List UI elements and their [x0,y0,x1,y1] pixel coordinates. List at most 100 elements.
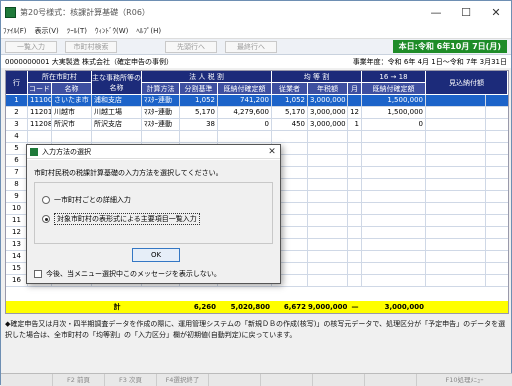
fkey-f6[interactable] [261,374,313,386]
cell-prev2[interactable] [362,275,426,286]
cell-office[interactable] [92,131,142,142]
cell-prev2[interactable] [362,239,426,250]
table-row[interactable]: 2112011川越市川越工場ﾏｽﾀｰ連動5,1704,279,6005,1703… [6,107,508,119]
cell-name[interactable]: 所沢市 [52,119,92,130]
cell-n[interactable]: 6 [6,155,28,166]
cell-prev2[interactable] [362,227,426,238]
cell-n[interactable]: 7 [6,167,28,178]
cell-mon[interactable] [348,239,362,250]
cell-mon[interactable] [348,95,362,106]
cell-prev2[interactable]: 1,500,000 [362,107,426,118]
cell-code[interactable]: 112011 [28,107,52,118]
table-row[interactable]: 4 [6,131,508,143]
cell-annual[interactable] [308,155,348,166]
cell-n[interactable]: 16 [6,275,28,286]
menu-help[interactable]: ﾍﾙﾌﾟ(H) [136,26,161,36]
cell-remarks[interactable] [426,179,486,190]
fkey-f3[interactable]: F3 次頁 [105,374,157,386]
cell-n[interactable]: 12 [6,227,28,238]
menu-tools[interactable]: ﾂｰﾙ(T) [67,26,87,36]
cell-annual[interactable] [308,179,348,190]
option-list-input[interactable]: 対象市町村の表形式による主要項目一覧入力 [42,213,200,225]
last-row-button[interactable]: 最終行へ [225,40,277,53]
cell-prev2[interactable] [362,203,426,214]
cell-mon[interactable] [348,155,362,166]
cell-remarks[interactable] [426,227,486,238]
fkey-f10[interactable]: F10処理ﾒﾆｭｰ [417,374,512,386]
cell-prev2[interactable] [362,215,426,226]
cell-n[interactable]: 9 [6,191,28,202]
cell-mon[interactable] [348,191,362,202]
fkey-f2[interactable]: F2 前頁 [53,374,105,386]
cell-code[interactable]: 112089 [28,119,52,130]
fkey-f4[interactable]: F4選択終了 [157,374,209,386]
cell-split[interactable]: 38 [180,119,218,130]
cell-prev[interactable]: 4,279,600 [218,107,272,118]
cell-remarks[interactable] [426,155,486,166]
cell-remarks[interactable] [426,131,486,142]
cell-n[interactable]: 8 [6,179,28,190]
cell-n[interactable]: 13 [6,239,28,250]
cell-annual[interactable] [308,215,348,226]
cell-prev2[interactable] [362,179,426,190]
cell-prev2[interactable] [362,167,426,178]
cell-mon[interactable] [348,215,362,226]
cell-mon[interactable]: 1 [348,119,362,130]
fkey-f8[interactable] [365,374,417,386]
close-button[interactable]: ✕ [481,6,511,19]
cell-remarks[interactable] [426,239,486,250]
cell-name[interactable]: さいたま市 [52,95,92,106]
cell-annual[interactable] [308,227,348,238]
fkey-f1[interactable] [1,374,53,386]
suppress-message-checkbox[interactable]: 今後、当メニュー選択中このメッセージを表示しない。 [34,269,221,279]
cell-annual[interactable]: 3,000,000 [308,95,348,106]
cell-prev[interactable] [218,131,272,142]
cell-prev[interactable]: 0 [218,119,272,130]
cell-n[interactable]: 10 [6,203,28,214]
cell-n[interactable]: 5 [6,143,28,154]
cell-n[interactable]: 4 [6,131,28,142]
cell-annual[interactable] [308,131,348,142]
menu-view[interactable]: 表示(V) [35,26,59,36]
cell-split[interactable]: 5,170 [180,107,218,118]
cell-remarks[interactable] [426,263,486,274]
cell-mon[interactable] [348,275,362,286]
checkbox-icon[interactable] [34,270,42,278]
dialog-close-icon[interactable]: ✕ [264,147,280,157]
cell-name[interactable] [52,131,92,142]
fkey-f7[interactable] [313,374,365,386]
cell-office[interactable]: 浦和支店 [92,95,142,106]
cell-annual[interactable] [308,263,348,274]
menu-file[interactable]: ﾌｧｲﾙ(F) [3,26,27,36]
cell-emp[interactable] [272,131,308,142]
minimize-button[interactable]: — [421,6,451,19]
city-search-button[interactable]: 市町村検索 [65,40,117,53]
cell-method[interactable]: ﾏｽﾀｰ連動 [142,107,180,118]
cell-annual[interactable] [308,191,348,202]
cell-prev2[interactable] [362,251,426,262]
cell-prev2[interactable]: 1,500,000 [362,95,426,106]
cell-remarks[interactable] [426,203,486,214]
radio-icon[interactable] [42,196,50,204]
cell-annual[interactable]: 3,000,000 [308,119,348,130]
cell-n[interactable]: 2 [6,107,28,118]
cell-remarks[interactable] [426,119,486,130]
cell-mon[interactable] [348,227,362,238]
cell-emp[interactable]: 450 [272,119,308,130]
radio-selected-icon[interactable] [42,215,50,223]
cell-code[interactable]: 111007 [28,95,52,106]
cell-prev2[interactable] [362,191,426,202]
cell-method[interactable]: ﾏｽﾀｰ連動 [142,95,180,106]
cell-emp[interactable]: 1,052 [272,95,308,106]
cell-remarks[interactable] [426,167,486,178]
cell-annual[interactable] [308,167,348,178]
table-row[interactable]: 1111007さいたま市浦和支店ﾏｽﾀｰ連動1,052741,2001,0523… [6,95,508,107]
cell-mon[interactable] [348,131,362,142]
cell-mon[interactable] [348,251,362,262]
cell-remarks[interactable] [426,107,486,118]
cell-prev2[interactable] [362,263,426,274]
cell-remarks[interactable] [426,95,486,106]
cell-annual[interactable] [308,203,348,214]
cell-annual[interactable] [308,239,348,250]
cell-prev2[interactable] [362,131,426,142]
